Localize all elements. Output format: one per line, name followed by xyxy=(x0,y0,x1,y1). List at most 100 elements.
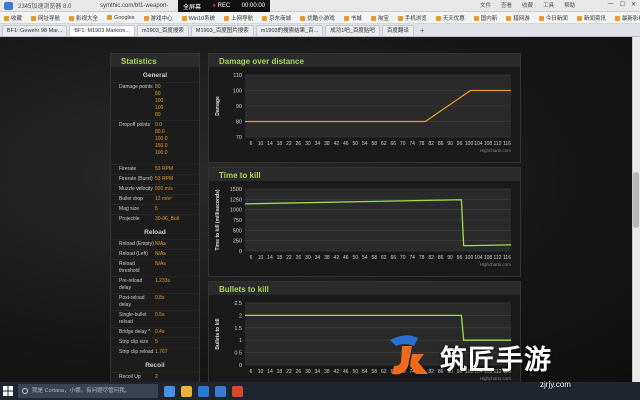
browser-tab[interactable]: M1903_百度图片搜索 xyxy=(190,25,254,36)
y-axis-label: Damage xyxy=(215,96,221,116)
browser-tab[interactable]: m1903_百度搜索 xyxy=(136,25,189,36)
x-tick-label: 34 xyxy=(315,141,321,147)
bookmark-item[interactable]: 最新影视 xyxy=(615,14,640,22)
bookmark-item[interactable]: 新闻资讯 xyxy=(577,14,606,22)
ttk-chart: 0 250 500 750 1000 1250 1500 Time to kill (mill… xyxy=(215,187,512,267)
x-tick-label: 26 xyxy=(296,255,302,261)
bookmark-item[interactable]: 网址导航 xyxy=(31,14,60,22)
chart-credit: Highcharts.com xyxy=(480,262,512,267)
x-tick-label: 90 xyxy=(447,255,453,261)
damage-chart: 70 80 90 100 110 Damage 6 10 14 18 22 26 30 34 38 42 46 5… xyxy=(215,73,511,153)
bookmark-item[interactable]: 淘宝 xyxy=(371,14,389,22)
x-tick-label: 38 xyxy=(324,255,330,261)
stats-section-heading: Recoil xyxy=(145,362,165,369)
bookmark-item[interactable]: 优酷小游戏 xyxy=(300,14,335,22)
x-tick-label: 100 xyxy=(465,141,474,147)
bookmark-item[interactable]: Googles xyxy=(107,15,135,21)
bookmark-item[interactable]: 猎网游 xyxy=(506,14,530,22)
stats-section-heading: Reload xyxy=(144,229,166,236)
bookmark-item[interactable]: 游戏中心 xyxy=(144,14,173,22)
watermark-title: 筑匠手游 xyxy=(440,345,552,376)
y-tick-label: 0 xyxy=(239,363,242,369)
browser-tab[interactable]: 百度翻译 xyxy=(381,25,414,36)
stats-value: 0.5s xyxy=(155,312,165,318)
file-explorer-icon[interactable] xyxy=(181,385,192,397)
new-tab-icon[interactable]: + xyxy=(416,25,429,36)
task-view-icon[interactable] xyxy=(164,385,175,397)
stats-value: 80 80 100 100 80 xyxy=(155,84,164,118)
stats-row: Mag size 5 xyxy=(111,204,199,214)
fullscreen-label[interactable]: 全屏幕 xyxy=(183,2,201,11)
stats-value: 0.0 80.0 100.0 150.0 100.0 xyxy=(155,122,168,156)
bookmark-item[interactable]: 京东商城 xyxy=(262,14,291,22)
edge-icon[interactable] xyxy=(198,385,209,397)
search-placeholder: 我是 Cortana，小娜。有问题尽管问我。 xyxy=(32,388,131,394)
x-tick-label: 104 xyxy=(474,141,483,147)
stats-row: Reload (Empty) N/As xyxy=(111,239,199,249)
bookmark-item[interactable]: 收藏 xyxy=(4,14,22,22)
stats-row: Firerate 53 RPM xyxy=(111,164,199,174)
stats-label: Projectile xyxy=(119,216,140,222)
close-icon[interactable]: ✕ xyxy=(631,1,636,8)
bookmark-item[interactable]: 手机浏览 xyxy=(398,14,427,22)
url-bar[interactable]: symthic.com/bf1-weapon-info?w=M1903_Mark… xyxy=(100,1,178,19)
menu-item[interactable]: 收藏 xyxy=(522,1,533,9)
chart-title: Time to kill xyxy=(209,168,520,181)
bookmark-item[interactable]: 影视大全 xyxy=(69,14,98,22)
x-tick-label: 14 xyxy=(267,255,273,261)
menu-item[interactable]: 查看 xyxy=(501,1,512,9)
stats-value: 2 xyxy=(155,374,158,380)
window-title-bar: 2345加速浏览器 8.0 symthic.com/bf1-weapon-inf… xyxy=(0,0,640,19)
stats-value: 53 RPM xyxy=(155,166,174,172)
stats-label: Bullet drop xyxy=(119,196,143,202)
x-tick-label: 34 xyxy=(315,369,321,375)
y-tick-label: 1500 xyxy=(230,187,242,193)
stats-value: 820 m/s xyxy=(155,186,173,192)
bookmark-item[interactable]: 国内新 xyxy=(474,14,498,22)
x-tick-label: 82 xyxy=(428,255,434,261)
x-tick-label: 62 xyxy=(381,141,387,147)
bookmark-item[interactable]: 书城 xyxy=(344,14,362,22)
browser-tab[interactable]: BF1: Gewehr 98 Mar... xyxy=(2,25,68,36)
menu-item[interactable]: 工具 xyxy=(543,1,554,9)
x-tick-label: 66 xyxy=(390,255,396,261)
browser-tab[interactable]: m1903的搜索结果_百... xyxy=(255,25,324,36)
x-tick-label: 58 xyxy=(371,141,377,147)
stats-row: Single-bullet reload 0.5s xyxy=(111,310,199,327)
maximize-icon[interactable]: ☐ xyxy=(620,1,625,8)
bookmarks-bar: 收藏 网址导航 影视大全 Googles 游戏中心 Win10系统 上网导航 京东商城 优酷小游… xyxy=(0,12,640,24)
browser-tab[interactable]: BF1: M1903 Marksm... xyxy=(69,25,135,36)
app-icon[interactable] xyxy=(232,385,243,397)
stats-row: Reload (Left) N/As xyxy=(111,249,199,259)
bookmark-item[interactable]: 今日新闻 xyxy=(539,14,568,22)
x-tick-label: 78 xyxy=(419,255,425,261)
x-tick-label: 66 xyxy=(390,141,396,147)
x-tick-label: 70 xyxy=(400,255,406,261)
x-tick-label: 34 xyxy=(315,255,321,261)
bookmark-item[interactable]: 上网导航 xyxy=(224,14,253,22)
x-tick-label: 86 xyxy=(438,255,444,261)
stats-label: Single-bullet reload xyxy=(119,312,147,325)
stats-value: 0.8s xyxy=(155,295,165,301)
menu-item[interactable]: 文件 xyxy=(480,1,491,9)
bookmark-item[interactable]: Win10系统 xyxy=(182,14,216,22)
browser-tab[interactable]: 成功1吧_百度贴吧 xyxy=(325,25,380,36)
bookmark-item[interactable]: 天天优惠 xyxy=(436,14,465,22)
y-tick-label: 1 xyxy=(239,338,242,344)
scrollbar-thumb[interactable] xyxy=(633,172,639,228)
stats-value: 30-06_Bolt xyxy=(155,216,180,222)
stats-value: 12 m/s² xyxy=(155,196,172,202)
cortana-search-input[interactable]: 我是 Cortana，小娜。有问题尽管问我。 xyxy=(18,384,158,398)
x-tick-label: 62 xyxy=(381,255,387,261)
x-tick-label: 90 xyxy=(447,141,453,147)
menu-item[interactable]: 帮助 xyxy=(564,1,575,9)
stats-section-heading: General xyxy=(142,72,168,79)
x-tick-label: 18 xyxy=(277,369,283,375)
browser-2345-icon[interactable] xyxy=(215,385,226,397)
x-tick-label: 46 xyxy=(343,369,349,375)
recording-indicator[interactable]: 全屏幕 ● REC 00:00:00 xyxy=(178,0,270,12)
x-tick-label: 6 xyxy=(250,141,253,147)
start-button[interactable] xyxy=(0,382,16,400)
stats-value: 0.4s xyxy=(155,329,165,335)
minimize-icon[interactable]: — xyxy=(608,1,614,8)
